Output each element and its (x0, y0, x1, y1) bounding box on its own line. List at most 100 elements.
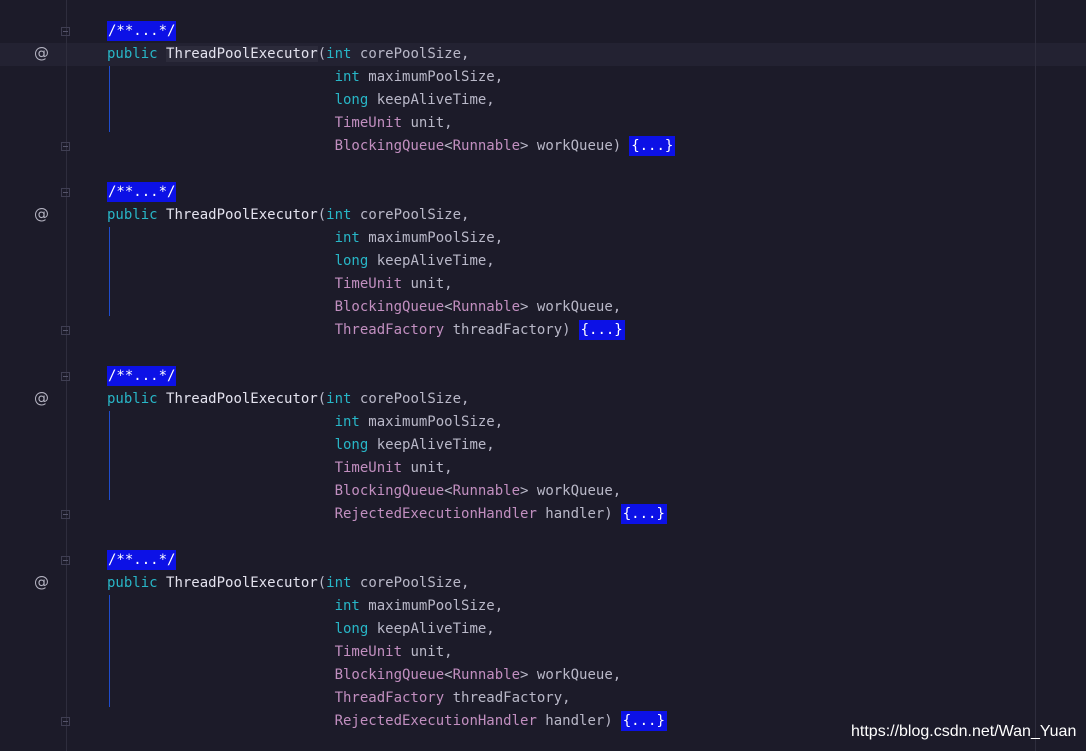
parameter: unit, (402, 644, 453, 660)
code-line[interactable]: TimeUnit unit, (107, 457, 453, 480)
keyword: int (334, 69, 360, 85)
keyword: public (107, 391, 158, 407)
punctuation: < (444, 483, 453, 499)
code-line[interactable]: public ThreadPoolExecutor(int corePoolSi… (107, 204, 469, 227)
punctuation: ( (317, 207, 327, 223)
right-margin-guide (1035, 0, 1036, 751)
collapsed-javadoc[interactable]: /**...*/ (107, 366, 177, 386)
code-line[interactable]: /**...*/ (107, 549, 177, 572)
fold-toggle-icon[interactable] (61, 27, 70, 36)
constructor-name[interactable]: ThreadPoolExecutor (166, 575, 318, 591)
code-line[interactable]: BlockingQueue<Runnable> workQueue, (107, 296, 622, 319)
parameter: corePoolSize, (351, 207, 470, 223)
parameter: corePoolSize, (351, 391, 470, 407)
code-line[interactable]: ThreadFactory threadFactory) {...} (107, 319, 625, 342)
annotation-gutter-icon[interactable]: @ (34, 571, 49, 594)
annotation-gutter-icon[interactable]: @ (34, 203, 49, 226)
parameter: corePoolSize, (351, 46, 470, 62)
parameter: workQueue, (528, 483, 622, 499)
code-line[interactable]: long keepAliveTime, (107, 618, 495, 641)
code-line[interactable]: TimeUnit unit, (107, 112, 453, 135)
punctuation: ( (317, 391, 327, 407)
keyword: long (334, 92, 369, 108)
constructor-name[interactable]: ThreadPoolExecutor (166, 207, 318, 223)
parameter: workQueue, (528, 667, 622, 683)
code-line[interactable]: /**...*/ (107, 181, 177, 204)
constructor-name[interactable]: ThreadPoolExecutor (166, 46, 318, 62)
code-line[interactable]: long keepAliveTime, (107, 89, 495, 112)
fold-toggle-icon[interactable] (61, 142, 70, 151)
type: ThreadFactory (334, 322, 445, 338)
code-line[interactable]: int maximumPoolSize, (107, 66, 504, 89)
fold-toggle-icon[interactable] (61, 556, 70, 565)
code-line[interactable]: int maximumPoolSize, (107, 227, 504, 250)
type: RejectedExecutionHandler (334, 506, 537, 522)
collapsed-javadoc[interactable]: /**...*/ (107, 182, 177, 202)
watermark: https://blog.csdn.net/Wan_Yuan (851, 723, 1077, 740)
code-line[interactable]: BlockingQueue<Runnable> workQueue) {...} (107, 135, 676, 158)
parameter: unit, (402, 115, 453, 131)
type: Runnable (452, 667, 521, 683)
parameter: handler) (536, 713, 613, 729)
fold-toggle-icon[interactable] (61, 326, 70, 335)
parameter: threadFactory) (444, 322, 571, 338)
code-line[interactable]: TimeUnit unit, (107, 273, 453, 296)
type: Runnable (452, 483, 521, 499)
parameter: maximumPoolSize, (359, 69, 504, 85)
parameter: unit, (402, 276, 453, 292)
type: TimeUnit (334, 115, 403, 131)
collapsed-method-body[interactable]: {...} (578, 320, 625, 340)
type: RejectedExecutionHandler (334, 713, 537, 729)
constructor-name[interactable]: ThreadPoolExecutor (166, 391, 318, 407)
collapsed-method-body[interactable]: {...} (620, 711, 667, 731)
code-line[interactable]: /**...*/ (107, 365, 177, 388)
code-line[interactable]: int maximumPoolSize, (107, 411, 504, 434)
collapsed-method-body[interactable]: {...} (629, 136, 676, 156)
parameter: workQueue, (528, 299, 622, 315)
code-line[interactable]: long keepAliveTime, (107, 434, 495, 457)
code-line[interactable]: /**...*/ (107, 20, 177, 43)
parameter: keepAliveTime, (368, 621, 495, 637)
parameter: maximumPoolSize, (359, 414, 504, 430)
annotation-gutter-icon[interactable]: @ (34, 42, 49, 65)
parameter: keepAliveTime, (368, 253, 495, 269)
type: Runnable (452, 138, 521, 154)
fold-toggle-icon[interactable] (61, 372, 70, 381)
collapsed-javadoc[interactable]: /**...*/ (107, 550, 177, 570)
type: Runnable (452, 299, 521, 315)
code-line[interactable]: public ThreadPoolExecutor(int corePoolSi… (107, 572, 469, 595)
code-line[interactable]: public ThreadPoolExecutor(int corePoolSi… (107, 388, 469, 411)
keyword: int (326, 46, 352, 62)
parameter: corePoolSize, (351, 575, 470, 591)
type: TimeUnit (334, 276, 403, 292)
keyword: public (107, 575, 158, 591)
type: BlockingQueue (334, 299, 445, 315)
type: BlockingQueue (334, 667, 445, 683)
keyword: public (107, 207, 158, 223)
punctuation: ( (317, 575, 327, 591)
code-line[interactable]: RejectedExecutionHandler handler) {...} (107, 503, 667, 526)
annotation-gutter-icon[interactable]: @ (34, 387, 49, 410)
code-line[interactable]: BlockingQueue<Runnable> workQueue, (107, 480, 622, 503)
code-line[interactable]: ThreadFactory threadFactory, (107, 687, 571, 710)
keyword: public (107, 46, 158, 62)
type: ThreadFactory (334, 690, 445, 706)
collapsed-javadoc[interactable]: /**...*/ (107, 21, 177, 41)
collapsed-method-body[interactable]: {...} (620, 504, 667, 524)
fold-toggle-icon[interactable] (61, 717, 70, 726)
keyword: int (326, 575, 352, 591)
type: TimeUnit (334, 644, 403, 660)
code-line[interactable]: long keepAliveTime, (107, 250, 495, 273)
fold-toggle-icon[interactable] (61, 188, 70, 197)
keyword: int (326, 207, 352, 223)
punctuation: ( (317, 46, 327, 62)
code-line[interactable]: int maximumPoolSize, (107, 595, 504, 618)
code-line[interactable]: BlockingQueue<Runnable> workQueue, (107, 664, 622, 687)
parameter: handler) (536, 506, 613, 522)
parameter: maximumPoolSize, (359, 230, 504, 246)
keyword: long (334, 437, 369, 453)
code-line[interactable]: public ThreadPoolExecutor(int corePoolSi… (107, 43, 469, 66)
code-line[interactable]: RejectedExecutionHandler handler) {...} (107, 710, 667, 733)
fold-toggle-icon[interactable] (61, 510, 70, 519)
code-line[interactable]: TimeUnit unit, (107, 641, 453, 664)
